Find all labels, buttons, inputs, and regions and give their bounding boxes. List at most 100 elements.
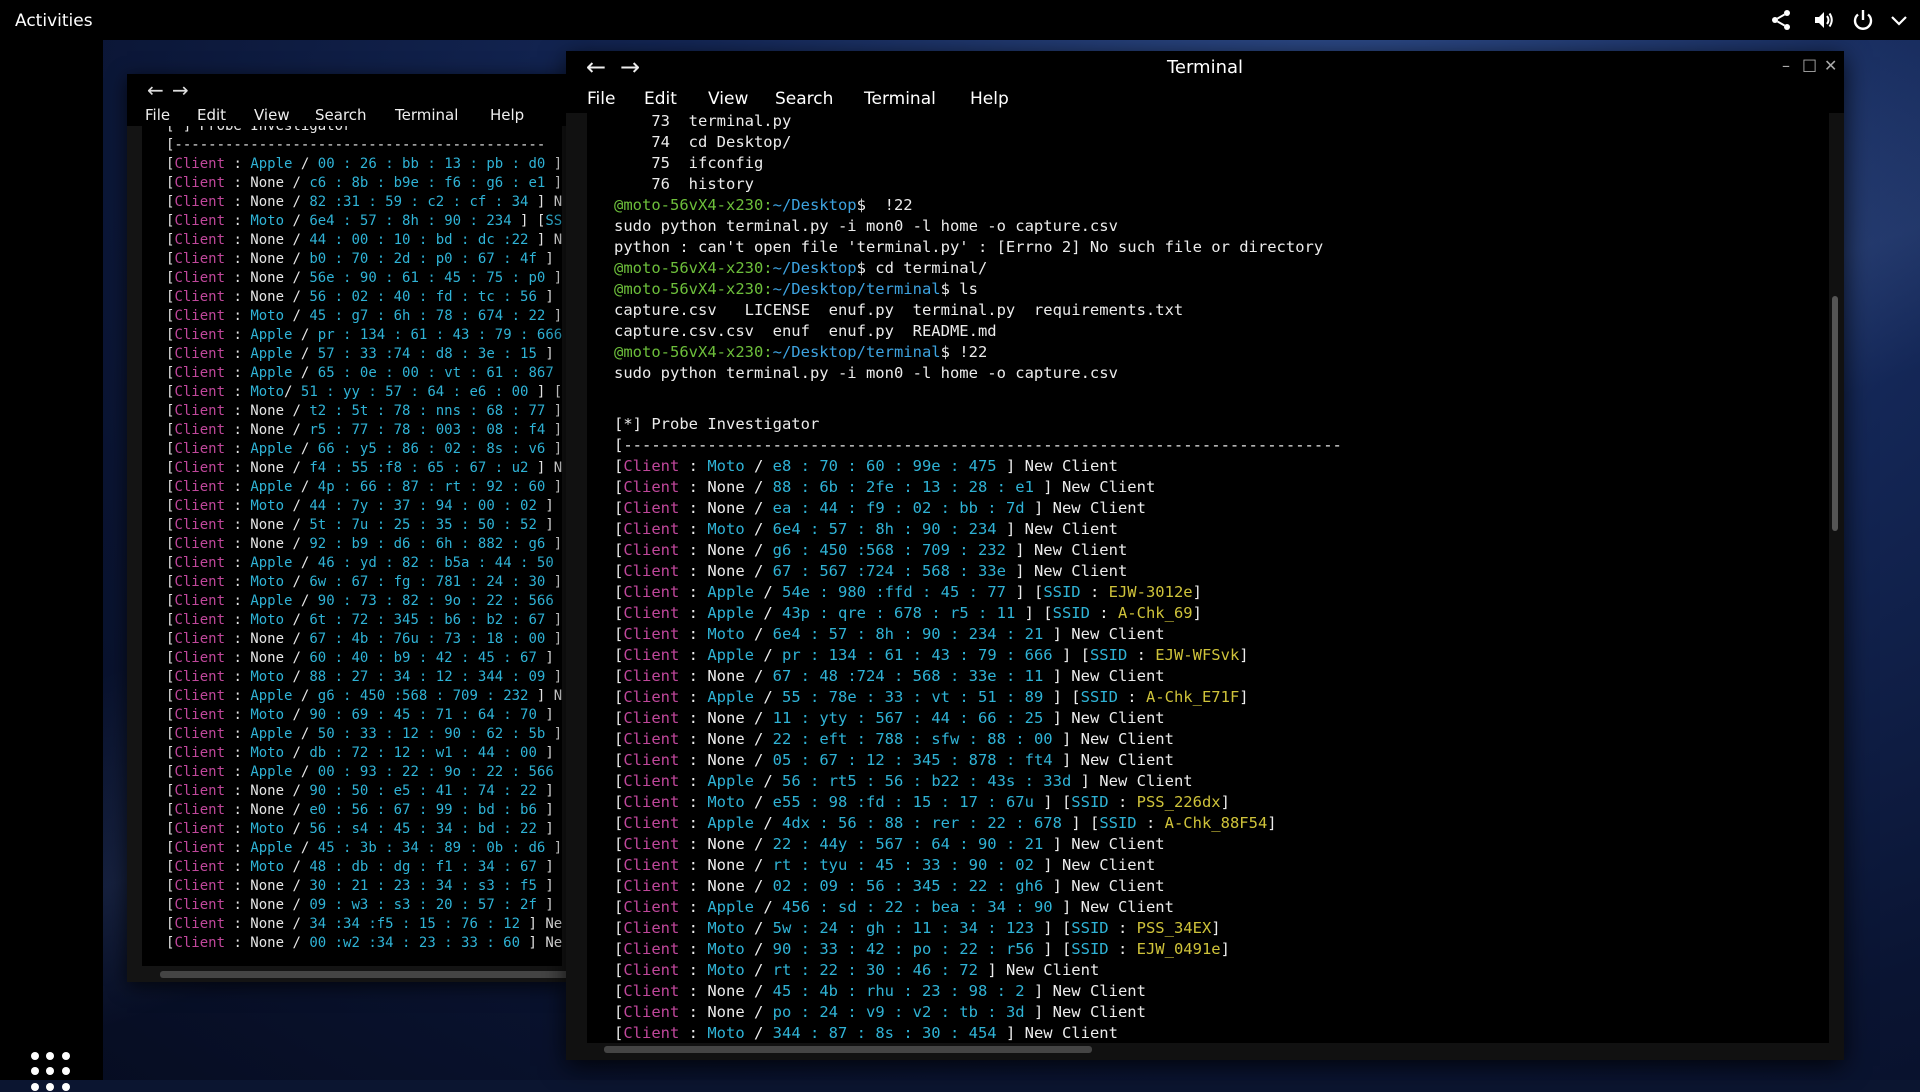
line-segment: : None / [225,194,310,210]
line-segment: @moto-56vX4-x230: [614,196,773,214]
line-segment: 67 : 567 :724 : 568 : 33e [772,562,1006,580]
log-line: [Client : Apple / 55 : 78e : 33 : vt : 5… [614,687,1342,708]
line-segment: ] [SSID [545,745,554,761]
line-segment: ] New Client [1052,730,1174,748]
line-segment: : [1108,793,1137,811]
log-line: [Client : Apple / 4dx : 56 : 88 : rer : … [614,813,1342,834]
line-segment: ] [ [1061,814,1100,832]
background-terminal-window[interactable]: ← → File Edit View Search Terminal Help … [127,74,567,982]
log-line: [Client : None / 60 : 40 : b9 : 42 : 45 … [166,649,562,668]
line-segment: ] [SSI [554,764,562,780]
line-segment: : [225,612,251,628]
log-line: [Client : Apple / pr : 134 : 61 : 43 : 7… [166,326,562,345]
line-segment: 30 : 21 : 23 : 34 : s3 : f5 [309,878,537,894]
line-segment: / [284,669,310,685]
log-line: [Client : None / b0 : 70 : 2d : p0 : 67 … [166,250,562,269]
power-icon[interactable] [1851,8,1875,32]
line-segment: Moto [707,940,745,958]
menu-search[interactable]: Search [775,89,833,109]
activities-button[interactable]: Activities [15,11,93,31]
line-segment: ] New Client [1043,625,1165,643]
terminal-output-area[interactable]: 73 terminal.py 74 cd Desktop/ 75 ifconfi… [587,113,1829,1043]
line-segment: Client [623,541,680,559]
menu-edit[interactable]: Edit [644,89,677,109]
show-apps-icon[interactable] [31,1052,71,1092]
share-icon[interactable] [1769,8,1793,32]
line-segment: 46 : yd : 82 : b5a : 44 : 50 [317,555,554,571]
horizontal-scrollbar[interactable] [160,971,567,978]
line-segment: ] New C [553,612,562,628]
line-segment: [ [614,457,624,475]
output-line: [---------------------------------------… [614,435,1342,456]
line-segment: Client [623,919,680,937]
line-segment: 05 : 67 : 12 : 345 : 878 : ft4 [772,751,1053,769]
log-line: [Client : Apple / 66 : y5 : 86 : 02 : 8s… [166,440,562,459]
line-segment: EJW-WFSvk [1155,646,1240,664]
terminal-window[interactable]: ← → Terminal – □ ✕ File Edit View Search… [566,51,1844,1060]
close-icon[interactable]: ✕ [1824,58,1838,74]
line-segment: 6t : 72 : 345 : b6 : b2 : 67 [309,612,546,628]
menu-file[interactable]: File [587,89,615,109]
terminal-output-area[interactable]: [*] Probe Investigator [-----------------… [142,126,562,966]
line-segment: : [1080,583,1109,601]
line-segment: [*] Probe Investigator [166,126,352,134]
vertical-scrollbar[interactable] [1832,296,1838,531]
menu-help[interactable]: Help [490,106,524,124]
line-segment: : [225,327,251,343]
line-segment: : None / [225,783,310,799]
menu-search[interactable]: Search [315,106,367,124]
title-bar[interactable]: ← → Terminal – □ ✕ [566,51,1844,85]
forward-arrow-icon[interactable]: → [172,78,189,102]
line-segment: Apple [707,646,755,664]
line-segment: / [292,764,318,780]
line-segment: : None / [225,289,310,305]
line-segment: ] [1192,604,1202,622]
line-segment: pr : 134 : 61 : 43 : 79 : 666 [317,327,562,343]
line-segment: Client [623,793,680,811]
line-segment: ] New Cli [528,935,562,951]
line-segment: Client [174,403,226,419]
line-segment: sudo python terminal.py -i mon0 -l home … [614,364,1118,382]
line-segment: / [292,840,318,856]
line-segment: Client [174,916,226,932]
line-segment: : None / [679,478,773,496]
volume-icon[interactable] [1812,8,1836,32]
maximize-icon[interactable]: □ [1802,57,1817,73]
minimize-icon[interactable]: – [1782,58,1796,74]
line-segment: SSID [1099,814,1137,832]
line-segment: Client [623,1003,680,1021]
line-segment: 34 :34 :f5 : 15 : 76 : 12 [309,916,521,932]
line-segment: 45 : 3b : 34 : 89 : 0b : d6 [317,840,546,856]
menu-view[interactable]: View [708,89,748,109]
output-line: sudo python terminal.py -i mon0 -l home … [614,363,1342,384]
line-segment: pr : 134 : 61 : 43 : 79 : 666 [782,646,1053,664]
line-segment: [ [614,541,624,559]
line-segment: Client [623,751,680,769]
line-segment: ] [ [511,213,546,229]
line-segment: Client [623,835,680,853]
menu-help[interactable]: Help [970,89,1009,109]
back-arrow-icon[interactable]: ← [147,78,164,102]
menu-terminal[interactable]: Terminal [864,89,936,109]
line-segment: ] [ [1052,646,1090,664]
line-segment: Apple [707,814,755,832]
line-segment: [ [614,1003,624,1021]
line-segment: : [225,213,251,229]
chevron-down-icon[interactable] [1887,8,1911,32]
menu-file[interactable]: File [145,106,170,124]
horizontal-scrollbar[interactable] [604,1046,1092,1053]
log-line: [Client : Apple / 46 : yd : 82 : b5a : 4… [166,554,562,573]
line-segment: / [284,745,310,761]
line-segment: 00 : 93 : 22 : 9o : 22 : 566 [317,764,554,780]
line-segment: Apple [250,688,293,704]
line-segment: Client [174,612,226,628]
menu-view[interactable]: View [254,106,290,124]
line-segment: / [754,814,783,832]
log-line: [Client : Moto / 6t : 72 : 345 : b6 : b2… [166,611,562,630]
menu-terminal[interactable]: Terminal [395,106,458,124]
log-line: [Client : Apple / 43p : qre : 678 : r5 :… [614,603,1342,624]
line-segment: 67 : 48 :724 : 568 : 33e : 11 [772,667,1044,685]
menu-edit[interactable]: Edit [197,106,226,124]
line-segment: [ [614,982,624,1000]
line-segment: Moto [250,745,285,761]
